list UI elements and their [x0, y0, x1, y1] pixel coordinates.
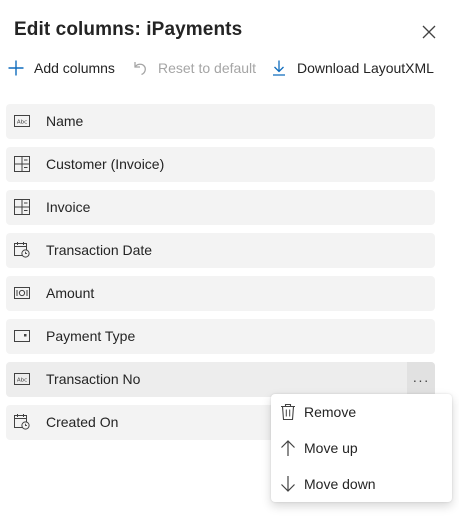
svg-text:Abc: Abc — [17, 119, 27, 125]
lookup-icon — [14, 199, 30, 215]
close-button[interactable] — [418, 21, 440, 43]
option-set-icon — [14, 328, 30, 344]
column-label: Customer (Invoice) — [46, 156, 165, 172]
arrow-up-icon — [279, 439, 297, 457]
column-label: Created On — [46, 414, 119, 430]
column-row-invoice[interactable]: Invoice — [6, 190, 435, 225]
lookup-icon — [14, 156, 30, 172]
reset-to-default-label: Reset to default — [158, 60, 257, 76]
plus-icon — [7, 59, 25, 77]
trash-icon — [279, 403, 297, 421]
more-options-button[interactable]: ··· — [407, 362, 435, 397]
page-title: Edit columns: iPayments — [14, 19, 243, 40]
download-icon — [270, 59, 288, 77]
column-row-customer-invoice[interactable]: Customer (Invoice) — [6, 147, 435, 182]
column-label: Transaction Date — [46, 242, 153, 258]
menu-item-label: Move down — [304, 476, 376, 492]
menu-item-label: Move up — [304, 440, 358, 456]
column-context-menu: Remove Move up Move down — [271, 394, 452, 502]
currency-icon — [14, 285, 30, 301]
calendar-icon — [14, 242, 30, 258]
undo-icon — [131, 59, 149, 77]
add-columns-label: Add columns — [34, 60, 115, 76]
add-columns-button[interactable]: Add columns — [7, 56, 115, 80]
menu-item-remove[interactable]: Remove — [271, 394, 452, 430]
close-icon — [422, 25, 436, 39]
menu-item-label: Remove — [304, 404, 357, 420]
column-row-transaction-no[interactable]: Abc Transaction No ··· — [6, 362, 435, 397]
download-layoutxml-button[interactable]: Download LayoutXML — [270, 56, 434, 80]
column-label: Amount — [46, 285, 95, 301]
column-label: Payment Type — [46, 328, 136, 344]
column-label: Transaction No — [46, 371, 141, 387]
column-row-amount[interactable]: Amount — [6, 276, 435, 311]
edit-columns-panel: Edit columns: iPayments Add columns Rese… — [0, 0, 459, 516]
text-field-icon: Abc — [14, 371, 30, 387]
toolbar: Add columns Reset to default Download La… — [0, 56, 459, 80]
column-row-payment-type[interactable]: Payment Type — [6, 319, 435, 354]
column-label: Invoice — [46, 199, 91, 215]
text-field-icon: Abc — [14, 113, 30, 129]
menu-item-move-up[interactable]: Move up — [271, 430, 452, 466]
column-label: Name — [46, 113, 84, 129]
menu-item-move-down[interactable]: Move down — [271, 466, 452, 502]
column-row-name[interactable]: Abc Name — [6, 104, 435, 139]
calendar-icon — [14, 414, 30, 430]
ellipsis-icon: ··· — [412, 371, 430, 388]
column-row-transaction-date[interactable]: Transaction Date — [6, 233, 435, 268]
arrow-down-icon — [279, 475, 297, 493]
download-layoutxml-label: Download LayoutXML — [297, 60, 434, 76]
svg-text:Abc: Abc — [17, 377, 27, 383]
reset-to-default-button[interactable]: Reset to default — [131, 56, 256, 80]
